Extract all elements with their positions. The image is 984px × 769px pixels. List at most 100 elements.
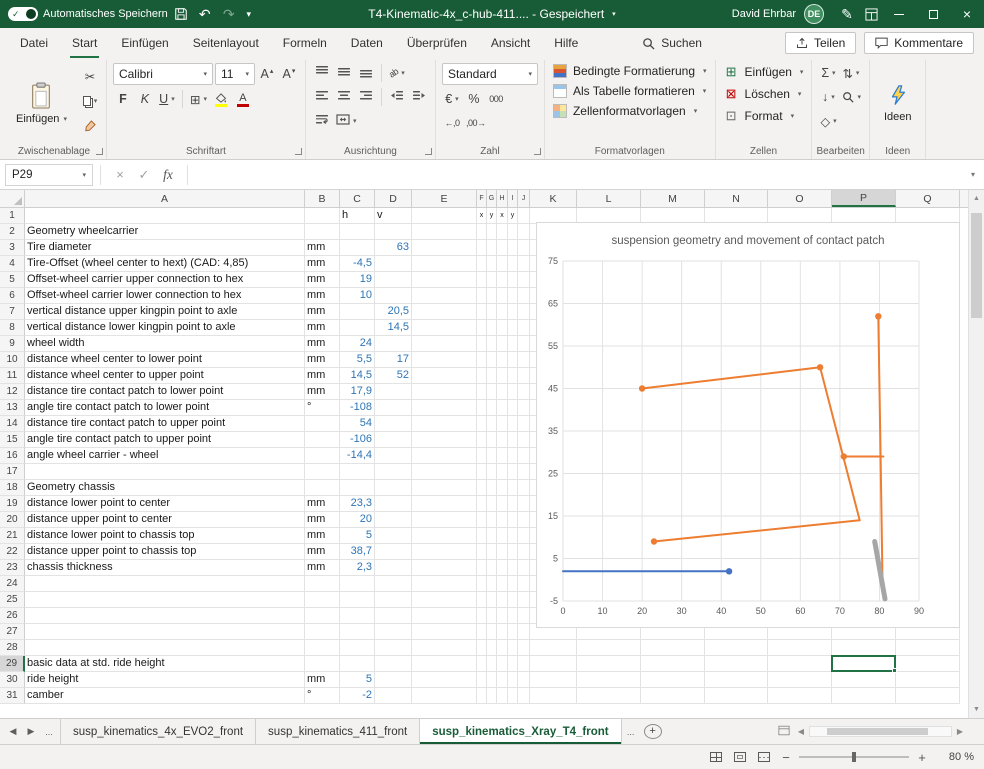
- cell-J22[interactable]: [518, 544, 530, 560]
- row-header-31[interactable]: 31: [0, 688, 25, 704]
- cell-G24[interactable]: [487, 576, 497, 592]
- row-header-9[interactable]: 9: [0, 336, 25, 352]
- cell-F24[interactable]: [477, 576, 487, 592]
- cell-Q31[interactable]: [896, 688, 960, 704]
- cell-F6[interactable]: [477, 288, 487, 304]
- cell-C26[interactable]: [340, 608, 375, 624]
- cell-G19[interactable]: [487, 496, 497, 512]
- row-header-20[interactable]: 20: [0, 512, 25, 528]
- align-center-button[interactable]: [334, 87, 354, 107]
- cell-I30[interactable]: [508, 672, 518, 688]
- cell-E8[interactable]: [412, 320, 477, 336]
- cell-N30[interactable]: [705, 672, 768, 688]
- comments-button[interactable]: Kommentare: [864, 32, 974, 54]
- cell-D21[interactable]: [375, 528, 412, 544]
- cell-E16[interactable]: [412, 448, 477, 464]
- cell-I9[interactable]: [508, 336, 518, 352]
- cell-H20[interactable]: [497, 512, 508, 528]
- cell-A27[interactable]: [25, 624, 305, 640]
- cell-C20[interactable]: 20: [340, 512, 375, 528]
- column-header-A[interactable]: A: [25, 190, 305, 207]
- cell-J30[interactable]: [518, 672, 530, 688]
- cell-I22[interactable]: [508, 544, 518, 560]
- percent-style-button[interactable]: %: [464, 89, 484, 109]
- horizontal-scrollbar[interactable]: ◀ ▶: [793, 719, 968, 744]
- cell-D11[interactable]: 52: [375, 368, 412, 384]
- cell-H13[interactable]: [497, 400, 508, 416]
- ribbon-tab-seitenlayout[interactable]: Seitenlayout: [181, 28, 271, 58]
- cell-N28[interactable]: [705, 640, 768, 656]
- cell-E30[interactable]: [412, 672, 477, 688]
- cell-F23[interactable]: [477, 560, 487, 576]
- autosum-button[interactable]: Σ▾: [818, 63, 838, 83]
- cell-B23[interactable]: mm: [305, 560, 340, 576]
- cell-B29[interactable]: [305, 656, 340, 672]
- cell-A8[interactable]: vertical distance lower kingpin point to…: [25, 320, 305, 336]
- cell-A26[interactable]: [25, 608, 305, 624]
- cell-C15[interactable]: -106: [340, 432, 375, 448]
- cell-H31[interactable]: [497, 688, 508, 704]
- font-name-select[interactable]: Calibri▾: [113, 63, 213, 85]
- cell-I11[interactable]: [508, 368, 518, 384]
- cell-G5[interactable]: [487, 272, 497, 288]
- ribbon-display-options-icon[interactable]: [860, 2, 882, 26]
- cell-G25[interactable]: [487, 592, 497, 608]
- cell-B25[interactable]: [305, 592, 340, 608]
- cell-D16[interactable]: [375, 448, 412, 464]
- alignment-dialog-launcher-icon[interactable]: [425, 148, 432, 155]
- cell-F13[interactable]: [477, 400, 487, 416]
- cell-J15[interactable]: [518, 432, 530, 448]
- cell-H29[interactable]: [497, 656, 508, 672]
- cell-B24[interactable]: [305, 576, 340, 592]
- zoom-slider-thumb[interactable]: [852, 752, 856, 762]
- align-left-button[interactable]: [312, 87, 332, 107]
- cell-J18[interactable]: [518, 480, 530, 496]
- cell-G29[interactable]: [487, 656, 497, 672]
- row-header-13[interactable]: 13: [0, 400, 25, 416]
- cell-J11[interactable]: [518, 368, 530, 384]
- cell-F27[interactable]: [477, 624, 487, 640]
- cell-D4[interactable]: [375, 256, 412, 272]
- cell-H12[interactable]: [497, 384, 508, 400]
- cell-A6[interactable]: Offset-wheel carrier lower connection to…: [25, 288, 305, 304]
- cell-B30[interactable]: mm: [305, 672, 340, 688]
- sheet-nav-right-icon[interactable]: ▶: [22, 726, 40, 737]
- cell-C14[interactable]: 54: [340, 416, 375, 432]
- cell-C3[interactable]: [340, 240, 375, 256]
- row-header-12[interactable]: 12: [0, 384, 25, 400]
- ribbon-tab-datei[interactable]: Datei: [8, 28, 60, 58]
- cell-I4[interactable]: [508, 256, 518, 272]
- cell-J17[interactable]: [518, 464, 530, 480]
- insert-function-icon[interactable]: fx: [156, 167, 180, 183]
- normal-view-icon[interactable]: [704, 747, 728, 767]
- ribbon-tab-einf-gen[interactable]: Einfügen: [109, 28, 180, 58]
- cell-A12[interactable]: distance tire contact patch to lower poi…: [25, 384, 305, 400]
- cell-H28[interactable]: [497, 640, 508, 656]
- cell-I3[interactable]: [508, 240, 518, 256]
- increase-decimal-button[interactable]: ←,0: [442, 113, 462, 133]
- cell-A25[interactable]: [25, 592, 305, 608]
- column-header-N[interactable]: N: [705, 190, 768, 207]
- cell-F5[interactable]: [477, 272, 487, 288]
- cell-H10[interactable]: [497, 352, 508, 368]
- cell-G15[interactable]: [487, 432, 497, 448]
- merge-center-button[interactable]: ▾: [334, 111, 359, 131]
- cell-F4[interactable]: [477, 256, 487, 272]
- autosave-toggle[interactable]: ✓: [8, 7, 38, 21]
- row-header-27[interactable]: 27: [0, 624, 25, 640]
- column-header-I[interactable]: I: [508, 190, 518, 207]
- cell-J28[interactable]: [518, 640, 530, 656]
- cell-H9[interactable]: [497, 336, 508, 352]
- cell-G2[interactable]: [487, 224, 497, 240]
- cell-H3[interactable]: [497, 240, 508, 256]
- cell-D24[interactable]: [375, 576, 412, 592]
- row-header-25[interactable]: 25: [0, 592, 25, 608]
- cell-Q30[interactable]: [896, 672, 960, 688]
- select-all-corner[interactable]: [0, 190, 25, 207]
- enter-icon[interactable]: ✓: [132, 167, 156, 183]
- add-sheet-button[interactable]: +: [644, 724, 662, 739]
- cell-J27[interactable]: [518, 624, 530, 640]
- cell-I15[interactable]: [508, 432, 518, 448]
- cell-J8[interactable]: [518, 320, 530, 336]
- row-header-8[interactable]: 8: [0, 320, 25, 336]
